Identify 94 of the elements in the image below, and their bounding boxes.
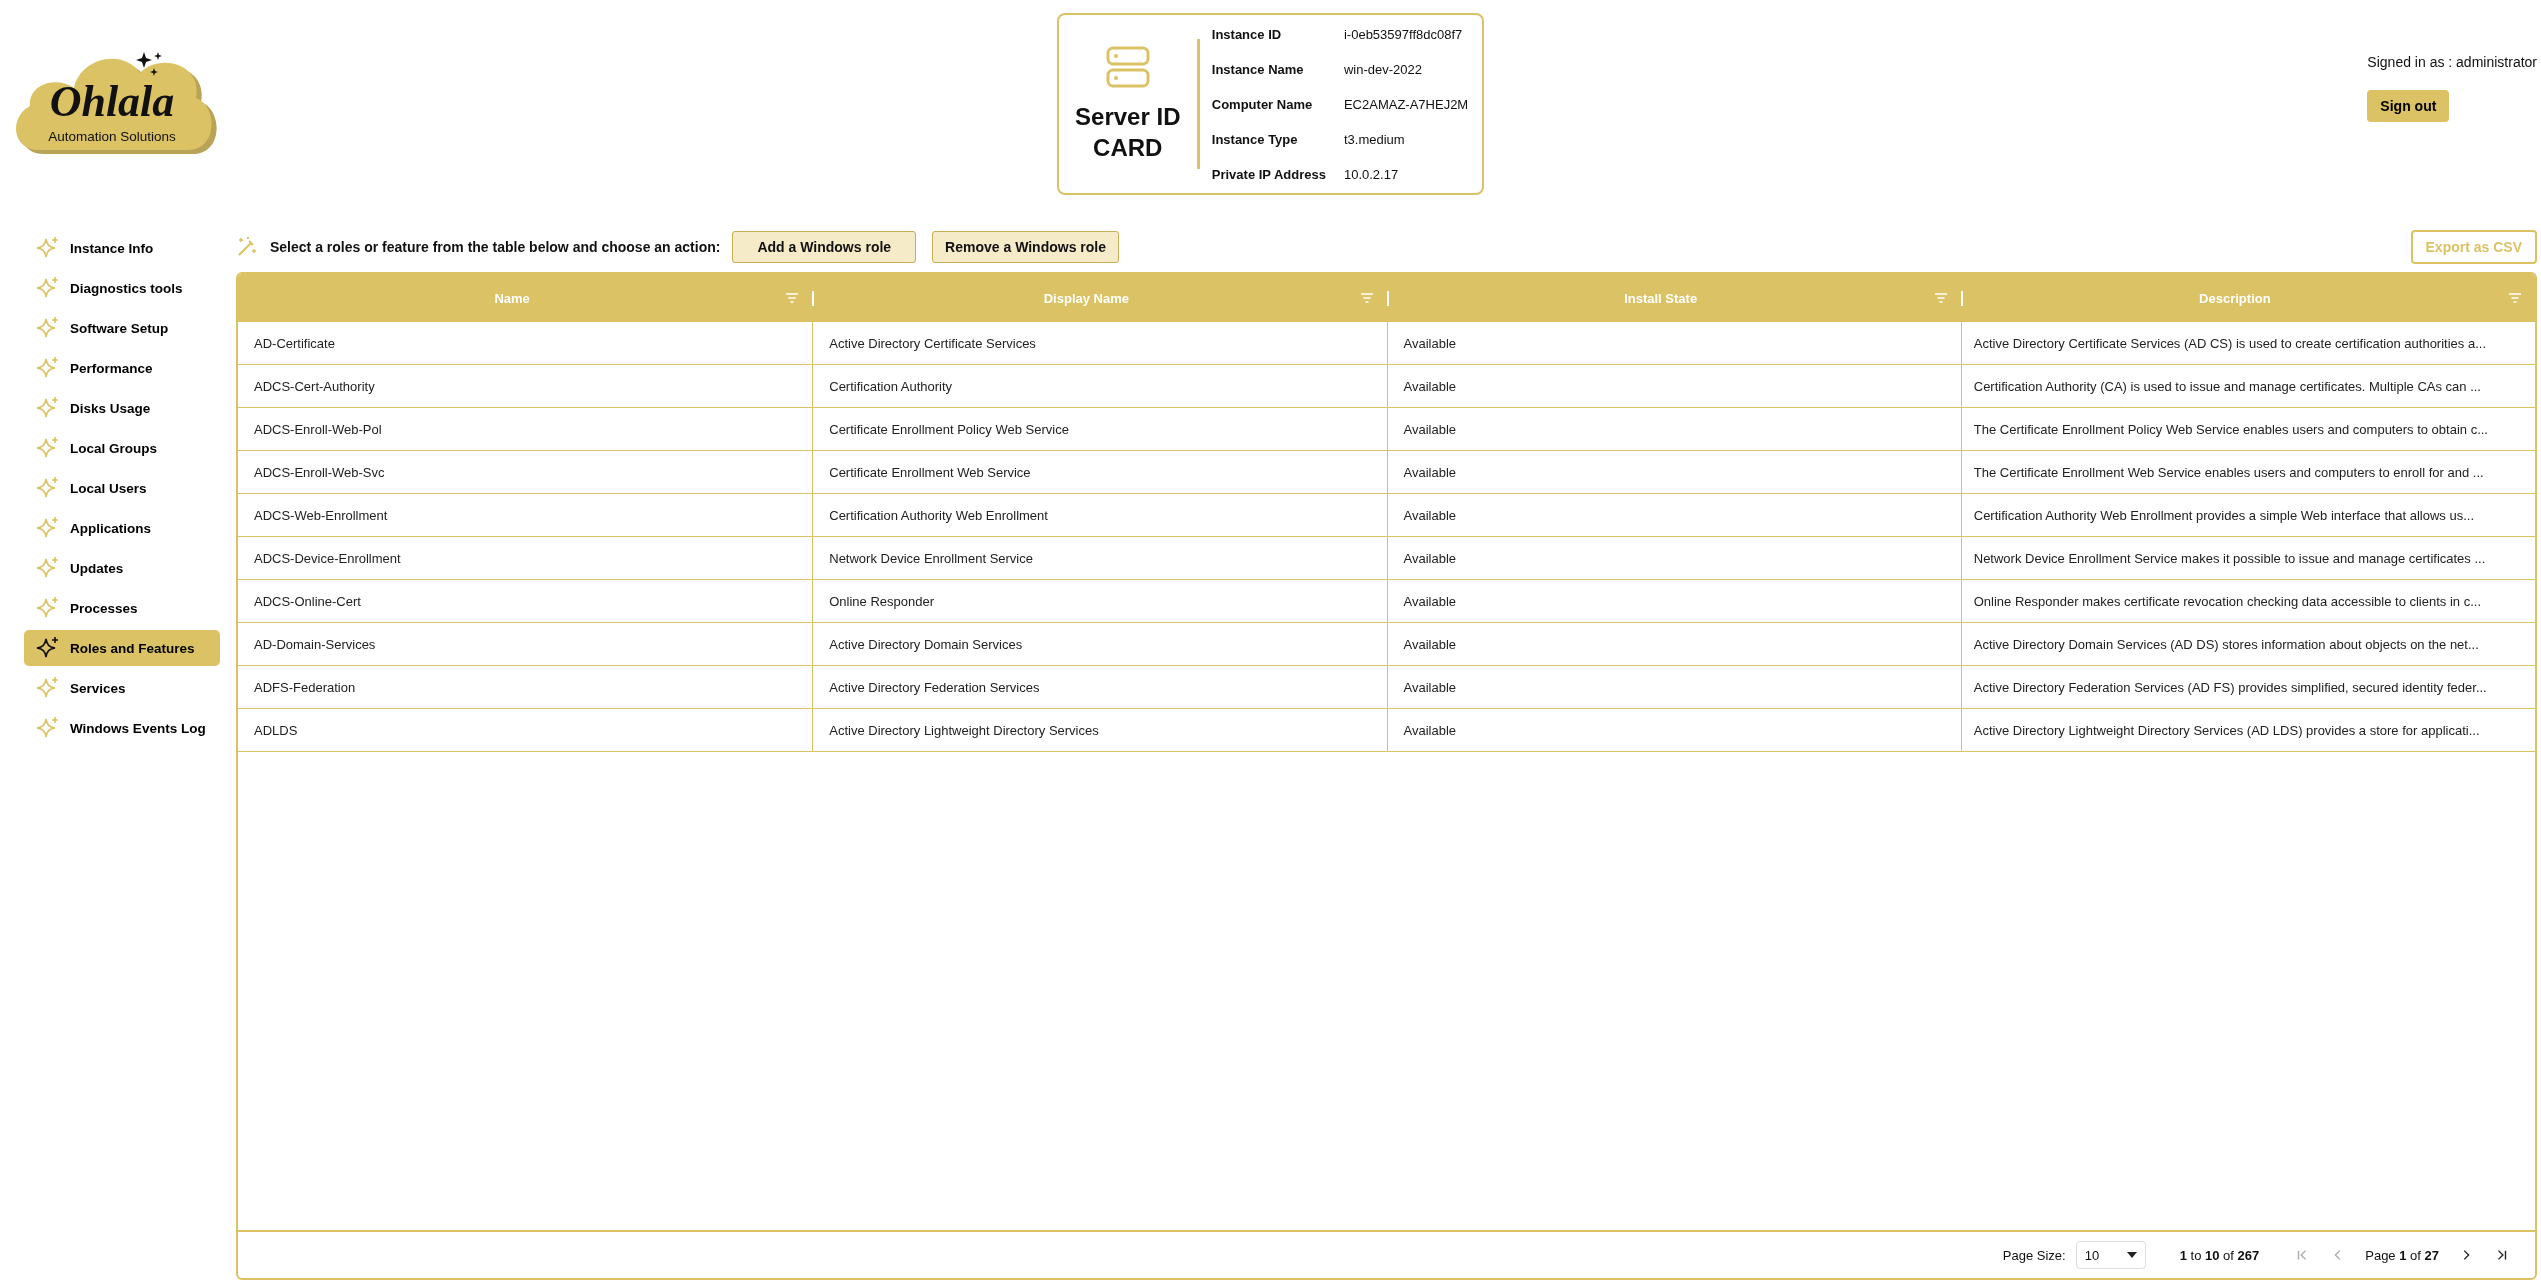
sparkle-icon	[36, 276, 60, 300]
table-cell: Available	[1386, 494, 1961, 536]
signed-in-text: Signed in as : administrator	[2367, 54, 2537, 70]
sidebar-item[interactable]: Software Setup	[24, 310, 220, 346]
table-cell: Available	[1386, 537, 1961, 579]
table-cell: Certification Authority Web Enrollment	[812, 494, 1387, 536]
field-label: Instance ID	[1211, 26, 1283, 42]
table-cell: Available	[1386, 365, 1961, 407]
table-cell: Active Directory Certificate Services	[812, 322, 1387, 364]
table-cell: Network Device Enrollment Service	[812, 537, 1387, 579]
table-cell: Network Device Enrollment Service makes it possible to issue and manage certificates ...	[1960, 537, 2535, 579]
sparkle-icon	[36, 436, 60, 460]
table-cell: The Certificate Enrollment Policy Web Service enables users and computers to obtain c...	[1960, 408, 2535, 450]
caret-icon	[2126, 1252, 2137, 1258]
table-cell-text: ADCS-Online-Cert	[253, 592, 362, 611]
magic-wand-icon	[236, 236, 258, 258]
table-cell: Active Directory Certificate Services (AD CS) is used to create certification authorities a...	[1960, 322, 2535, 364]
sparkle-icon	[36, 356, 60, 380]
table-cell: Online Responder	[812, 580, 1387, 622]
table-cell: Available	[1386, 623, 1961, 665]
table-cell-text: ADCS-Cert-Authority	[253, 377, 376, 396]
sparkle-icon	[36, 636, 60, 660]
table-cell: Active Directory Domain Services (AD DS) stores information about objects on the net...	[1960, 623, 2535, 665]
sidebar-item[interactable]: Instance Info	[24, 230, 220, 266]
table-cell: The Certificate Enrollment Web Service enables users and computers to enroll for and ...	[1960, 451, 2535, 493]
sparkle-icon	[36, 556, 60, 580]
table-cell: Active Directory Federation Services	[812, 666, 1387, 708]
sidebar-item[interactable]: Performance	[24, 350, 220, 386]
sidebar-item[interactable]: Applications	[24, 510, 220, 546]
table-cell: Available	[1386, 451, 1961, 493]
field-value: i-0eb53597ff8dc08f7	[1343, 26, 1464, 42]
sidebar-item[interactable]: Updates	[24, 550, 220, 586]
sidebar-item[interactable]: Processes	[24, 590, 220, 626]
sparkle-icon	[36, 596, 60, 620]
field-label: Instance Type	[1211, 131, 1299, 147]
table-cell-text: ADCS-Enroll-Web-Pol	[253, 420, 383, 439]
sparkle-icon	[36, 396, 60, 420]
table-cell: Available	[1386, 322, 1961, 364]
filter-icon[interactable]	[786, 293, 799, 303]
card-title: Server ID CARD	[1074, 101, 1182, 163]
table-cell: Available	[1386, 408, 1961, 450]
table-cell: Active Directory Lightweight Directory Services (AD LDS) provides a store for applicati...	[1960, 709, 2535, 751]
table-cell-text: ADLDS	[253, 721, 299, 740]
page-size-select[interactable]: 10	[2075, 1241, 2146, 1269]
instruction-text: Select a roles or feature from the table below and choose an action:	[270, 239, 721, 255]
field-value: 10.0.2.17	[1343, 166, 1400, 182]
table-cell: Certification Authority Web Enrollment provides a simple Web interface that allows us...	[1960, 494, 2535, 536]
field-label: Private IP Address	[1211, 166, 1326, 182]
filter-icon[interactable]	[1360, 293, 1373, 303]
sidebar-item[interactable]: Local Users	[24, 470, 220, 506]
filter-icon[interactable]	[2509, 293, 2521, 303]
table-cell: Online Responder makes certificate revocation checking data accessible to clients in c...	[1960, 580, 2535, 622]
table-cell: Certification Authority (CA) is used to issue and manage certificates. Multiple CAs can ...	[1960, 365, 2535, 407]
table-cell: Certification Authority	[812, 365, 1387, 407]
table-cell: Certificate Enrollment Web Service	[812, 451, 1387, 493]
table-cell: Active Directory Domain Services	[812, 623, 1387, 665]
action-button[interactable]: Add a Windows role	[732, 231, 917, 263]
sparkle-icon	[36, 236, 60, 260]
sparkle-icon	[36, 516, 60, 540]
table-cell-text: AD-Domain-Services	[253, 635, 377, 654]
sidebar-item[interactable]: Roles and Features	[24, 630, 220, 666]
table-cell: Active Directory Lightweight Directory Services	[812, 709, 1387, 751]
table-cell: Available	[1386, 709, 1961, 751]
field-value: t3.medium	[1343, 131, 1406, 147]
sidebar-item[interactable]: Diagnostics tools	[24, 270, 220, 306]
table-cell: Available	[1386, 580, 1961, 622]
table-cell-text: ADFS-Federation	[253, 678, 357, 697]
table-cell: Certificate Enrollment Policy Web Service	[812, 408, 1387, 450]
sidebar-item[interactable]: Services	[24, 670, 220, 706]
page-size-label: Page Size:	[2002, 1247, 2066, 1263]
table-cell: Active Directory Federation Services (AD FS) provides simplified, secured identity feder...	[1960, 666, 2535, 708]
table-cell: Available	[1386, 666, 1961, 708]
table-cell-text: AD-Certificate	[253, 334, 336, 353]
action-button[interactable]: Remove a Windows role	[932, 231, 1120, 263]
sidebar-item[interactable]: Disks Usage	[24, 390, 220, 426]
table-cell-text: ADCS-Enroll-Web-Svc	[253, 463, 386, 482]
field-value: win-dev-2022	[1343, 61, 1423, 77]
filter-icon[interactable]	[1934, 293, 1947, 303]
table-cell-text: ADCS-Device-Enrollment	[253, 549, 402, 568]
sparkle-icon	[36, 676, 60, 700]
sparkle-icon	[36, 716, 60, 740]
sidebar-item[interactable]: Windows Events Log	[24, 710, 220, 746]
last-page-icon	[2495, 1248, 2509, 1262]
field-value: EC2AMAZ-A7HEJ2M	[1343, 96, 1469, 112]
page-indicator: Page 1 of 27	[2365, 1247, 2439, 1263]
row-range-text: 1 to 10 of 267	[2179, 1247, 2260, 1263]
server-icon	[1105, 44, 1150, 89]
field-label: Computer Name	[1211, 96, 1314, 112]
sidebar-item[interactable]: Local Groups	[24, 430, 220, 466]
field-label: Instance Name	[1211, 61, 1305, 77]
sparkle-icon	[36, 316, 60, 340]
table-cell-text: ADCS-Web-Enrollment	[253, 506, 389, 525]
sparkle-icon	[36, 476, 60, 500]
sign-out-button[interactable]: Sign out	[2367, 90, 2450, 122]
